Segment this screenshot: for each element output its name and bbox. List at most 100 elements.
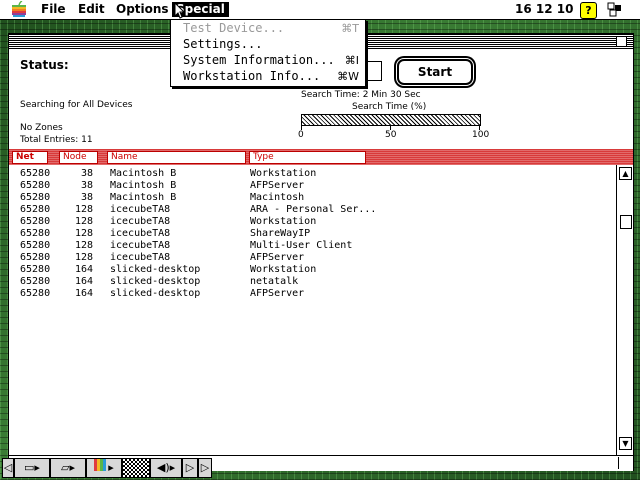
scroll-up-arrow-icon[interactable]: ▲: [619, 167, 632, 180]
device-list[interactable]: 65280 38 Macintosh B Workstation 65280 38 Maci…: [9, 165, 615, 451]
list-item[interactable]: 65280 38 Macintosh B Workstation: [9, 168, 609, 180]
status-label: Status:: [20, 58, 69, 72]
vertical-scrollbar[interactable]: ▲ ▼: [616, 165, 633, 455]
cell-net: 65280: [20, 288, 51, 299]
cell-type: ARA - Personal Ser...: [250, 204, 377, 215]
expand-arrow-icon[interactable]: ▷: [182, 458, 198, 478]
cell-net: 65280: [20, 168, 51, 179]
cell-name: icecubeTA8: [110, 216, 171, 227]
cell-name: icecubeTA8: [110, 240, 171, 251]
cell-type: ShareWayIP: [250, 228, 311, 239]
column-name[interactable]: Name: [107, 151, 246, 164]
cell-name: Macintosh B: [110, 192, 177, 203]
scroll-down-arrow-icon[interactable]: ▼: [619, 437, 632, 450]
search-progress-bar: [301, 114, 481, 126]
cell-type: Multi-User Client: [250, 240, 353, 251]
list-item[interactable]: 65280 128 icecubeTA8 ShareWayIP: [9, 228, 609, 240]
scale-label-0: 0: [298, 130, 304, 140]
scroll-thumb[interactable]: [620, 215, 632, 229]
status-field: [367, 61, 382, 81]
start-button[interactable]: Start: [397, 59, 473, 85]
cell-node: 38: [80, 168, 93, 179]
list-item[interactable]: 65280 164 slicked-desktop netatalk: [9, 276, 609, 288]
scale-label-100: 100: [472, 130, 490, 140]
column-node[interactable]: Node: [59, 151, 98, 164]
column-type[interactable]: Type: [249, 151, 366, 164]
cell-net: 65280: [20, 180, 51, 191]
color-depth-icon[interactable]: ▸: [86, 458, 122, 478]
special-menu-dropdown: Test Device... ⌘T Settings... System Inf…: [170, 19, 366, 87]
monitor-icon[interactable]: ▭▸: [14, 458, 50, 478]
cell-name: Macintosh B: [110, 168, 177, 179]
cell-net: 65280: [20, 252, 51, 263]
cell-node: 164: [74, 276, 93, 287]
strip-tab-icon[interactable]: ▷: [198, 458, 212, 478]
control-strip: ◁ ▭▸ ▱▸ ▸ ◀)▸ ▷ ▷: [0, 455, 640, 480]
help-icon[interactable]: ?: [580, 2, 597, 19]
menu-item-system-information[interactable]: System Information...: [183, 53, 335, 68]
cell-name: icecubeTA8: [110, 228, 171, 239]
main-window: Status: Start Searching for All Devices …: [8, 33, 634, 471]
shortcut-workstation-info: ⌘W: [337, 70, 359, 83]
list-item[interactable]: 65280 128 icecubeTA8 Multi-User Client: [9, 240, 609, 252]
menu-item-workstation-info[interactable]: Workstation Info...: [183, 69, 320, 84]
search-time-text: Search Time: 2 Min 30 Sec: [301, 90, 421, 100]
sound-icon[interactable]: ◀)▸: [150, 458, 182, 478]
list-item[interactable]: 65280 128 icecubeTA8 AFPServer: [9, 252, 609, 264]
menu-item-test-device[interactable]: Test Device...: [183, 21, 284, 36]
menubar-clock[interactable]: 16 12 10: [515, 2, 573, 17]
cell-type: Workstation: [250, 168, 317, 179]
list-item[interactable]: 65280 164 slicked-desktop Workstation: [9, 264, 609, 276]
resolution-icon[interactable]: [122, 458, 150, 478]
column-net[interactable]: Net: [12, 151, 48, 164]
cell-name: icecubeTA8: [110, 252, 171, 263]
cell-node: 38: [80, 180, 93, 191]
cell-node: 128: [74, 204, 93, 215]
cell-node: 164: [74, 264, 93, 275]
folder-icon[interactable]: ▱▸: [50, 458, 86, 478]
application-icon[interactable]: [607, 2, 623, 17]
cell-name: icecubeTA8: [110, 204, 171, 215]
menu-item-settings[interactable]: Settings...: [183, 37, 262, 52]
strip-scroll-left-icon[interactable]: ◁: [2, 458, 14, 478]
list-item[interactable]: 65280 128 icecubeTA8 Workstation: [9, 216, 609, 228]
search-time-percent-label: Search Time (%): [352, 102, 427, 112]
cell-type: Workstation: [250, 264, 317, 275]
cell-node: 128: [74, 252, 93, 263]
cell-node: 128: [74, 240, 93, 251]
cell-type: netatalk: [250, 276, 299, 287]
cell-net: 65280: [20, 216, 51, 227]
cell-net: 65280: [20, 228, 51, 239]
apple-logo-icon[interactable]: [12, 0, 26, 21]
searching-text: Searching for All Devices: [20, 100, 133, 110]
cell-node: 128: [74, 228, 93, 239]
menu-options[interactable]: Options: [116, 2, 169, 17]
cell-node: 164: [74, 288, 93, 299]
cell-type: AFPServer: [250, 288, 305, 299]
list-item[interactable]: 65280 164 slicked-desktop AFPServer: [9, 288, 609, 300]
cell-name: slicked-desktop: [110, 276, 201, 287]
cell-net: 65280: [20, 240, 51, 251]
cell-net: 65280: [20, 192, 51, 203]
list-item[interactable]: 65280 128 icecubeTA8 ARA - Personal Ser...: [9, 204, 609, 216]
cell-net: 65280: [20, 264, 51, 275]
list-item[interactable]: 65280 38 Macintosh B Macintosh: [9, 192, 609, 204]
cell-node: 128: [74, 216, 93, 227]
total-entries: Total Entries: 11: [20, 135, 93, 145]
cell-net: 65280: [20, 276, 51, 287]
menu-edit[interactable]: Edit: [78, 2, 105, 17]
cell-name: slicked-desktop: [110, 264, 201, 275]
menu-bar: File Edit Options Special 16 12 10 ?: [0, 0, 640, 20]
cell-name: slicked-desktop: [110, 288, 201, 299]
list-item[interactable]: 65280 38 Macintosh B AFPServer: [9, 180, 609, 192]
cell-net: 65280: [20, 204, 51, 215]
zones-text: No Zones: [20, 123, 63, 133]
shortcut-test-device: ⌘T: [341, 22, 359, 35]
cell-type: AFPServer: [250, 180, 305, 191]
cell-type: Workstation: [250, 216, 317, 227]
arrow-cursor-icon: [174, 2, 185, 19]
cell-node: 38: [80, 192, 93, 203]
scale-label-50: 50: [385, 130, 397, 140]
zoom-box-icon[interactable]: [616, 36, 627, 47]
menu-file[interactable]: File: [41, 2, 66, 17]
